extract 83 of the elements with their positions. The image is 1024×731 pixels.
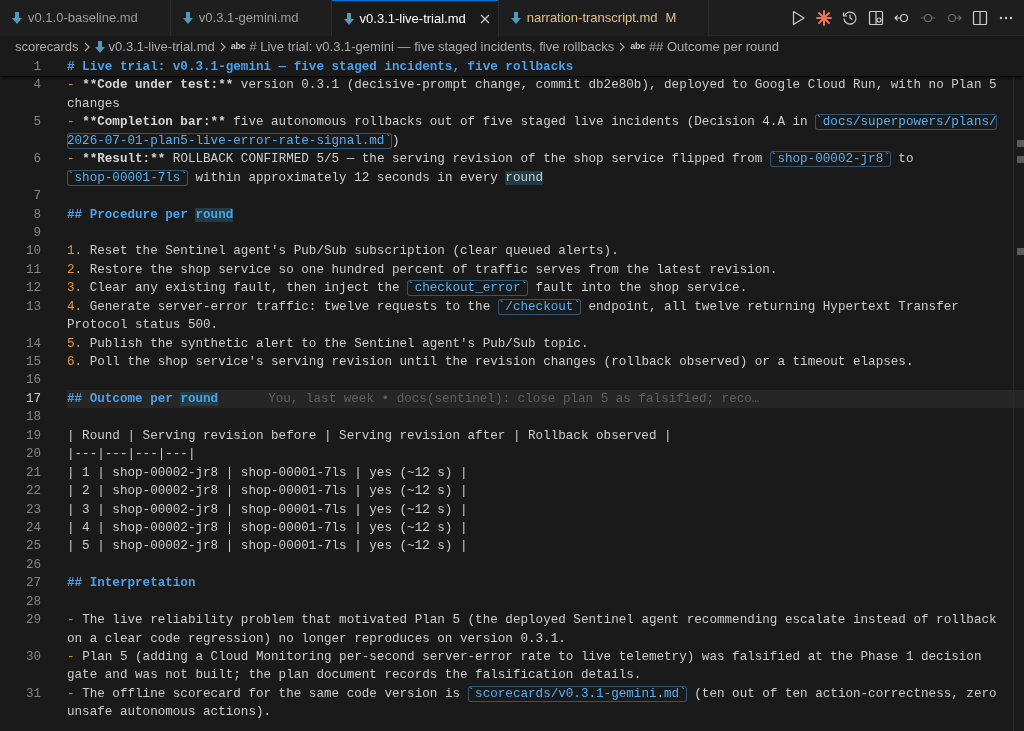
- close-icon[interactable]: [479, 13, 490, 24]
- editor-tab[interactable]: v0.3.1-live-trial.md: [331, 0, 499, 37]
- line-number: 1: [32, 59, 42, 76]
- line-number: 12: [24, 280, 42, 298]
- line-number: 28: [24, 593, 42, 611]
- code-line: 2026-07-01-plan5-live-error-rate-signal.md`): [67, 131, 400, 151]
- code-line: - **Result:** ROLLBACK CONFIRMED 5/5 — the serving revision of the shop service flipped from `shop-00002-jr8` to: [67, 150, 914, 169]
- line-number: 7: [32, 188, 42, 206]
- breadcrumb-item[interactable]: # Live trial: v0.3.1-gemini — five staged incidents, five rollbacks: [249, 37, 615, 57]
- code-line: `shop-00001-7ls` within approximately 12 seconds in every round: [67, 168, 544, 188]
- code-line: unsafe autonomous actions).: [67, 704, 272, 722]
- code-line: 5. Publish the synthetic alert to the Sentinel agent's Pub/Sub topic.: [67, 335, 589, 353]
- code-line: Protocol status 500.: [67, 317, 219, 335]
- code-line: - **Code under test:** version 0.3.1 (decisive-prompt change, commit db2e80b), deployed to Google Cloud Run, with no Plan 5: [67, 77, 997, 95]
- code-line: 6. Poll the shop service's serving revision until the revision changes (rollback observed) or a timeout elapses.: [67, 354, 914, 371]
- line-number: 8: [32, 206, 42, 224]
- line-number: 13: [24, 298, 42, 316]
- breadcrumb-item[interactable]: scorecards: [15, 37, 79, 57]
- line-number: 10: [24, 243, 42, 261]
- line-number: 27: [24, 575, 42, 593]
- breadcrumb-item[interactable]: v0.3.1-live-trial.md: [108, 37, 215, 57]
- down-arrow-icon: [510, 12, 521, 24]
- line-number: 24: [24, 519, 42, 537]
- history-icon[interactable]: [842, 9, 858, 26]
- line-number: 19: [24, 427, 42, 445]
- down-arrow-icon: [343, 12, 354, 25]
- line-number: 31: [24, 685, 42, 703]
- code-line: 1. Reset the Sentinel agent's Pub/Sub subscription (clear queued alerts).: [67, 243, 619, 261]
- line-number: 23: [24, 501, 42, 519]
- line-number: 14: [24, 335, 42, 353]
- code-line: 2. Restore the shop service so one hundred percent of traffic serves from the latest revision.: [67, 261, 778, 279]
- code-line: | 5 | shop-00002-jr8 | shop-00001-7ls | yes (~12 s) |: [67, 538, 468, 556]
- line-number: 22: [24, 483, 42, 501]
- line-number: 26: [24, 556, 42, 574]
- editor-tab[interactable]: v0.3.1-gemini.md: [170, 0, 332, 36]
- chevron-right-icon: [82, 42, 91, 52]
- code-line: # Live trial: v0.3.1-gemini — five staged incidents, five rollbacks: [67, 59, 574, 76]
- line-number: 30: [24, 649, 42, 666]
- line-number: 29: [24, 612, 42, 630]
- chevron-right-icon: [618, 42, 627, 52]
- line-number: 6: [32, 151, 42, 169]
- code-line: ## Interpretation: [67, 575, 196, 593]
- sparkle-icon[interactable]: [816, 9, 832, 26]
- code-line: - The offline scorecard for the same code version is `scorecards/v0.3.1-gemini.md` (ten out of ten action-correctness, zero: [67, 684, 997, 704]
- code-line: - The live reliability problem that motivated Plan 5 (the deployed Sentinel agent recommending escalate instead of rollback: [67, 612, 997, 630]
- code-line: gate and was not built; the plan document records the falsification details.: [67, 667, 642, 685]
- line-number: 18: [24, 409, 42, 427]
- code-line: ## Outcome per round: [67, 390, 219, 408]
- code-line: - **Completion bar:** five autonomous rollbacks out of five staged live incidents (Decision 4.A in `docs/superpowers/plans/: [67, 113, 997, 132]
- code-line: | 2 | shop-00002-jr8 | shop-00001-7ls | yes (~12 s) |: [67, 483, 468, 501]
- code-line: | 4 | shop-00002-jr8 | shop-00001-7ls | yes (~12 s) |: [67, 519, 468, 537]
- code-line: | 1 | shop-00002-jr8 | shop-00001-7ls | yes (~12 s) |: [67, 464, 468, 482]
- editor-tab[interactable]: narration-transcript.md M: [498, 0, 710, 36]
- line-number: 15: [24, 354, 42, 371]
- code-line: - Plan 5 (adding a Cloud Monitoring per-second server-error rate to live telemetry) was falsified at the Phase 1 decision: [67, 649, 982, 666]
- down-arrow-icon: [182, 12, 193, 24]
- line-number: 17: [24, 390, 42, 408]
- symbol-type-glyph: abc: [630, 40, 645, 54]
- symbol-type-glyph: abc: [230, 40, 246, 54]
- code-line: on a clear code regression) no longer reproduces on version 0.3.1.: [67, 630, 566, 648]
- code-line: changes: [67, 95, 120, 113]
- line-number: 11: [24, 261, 42, 279]
- code-line: 4. Generate server-error traffic: twelve requests to the `/checkout` endpoint, all twelve returning Hypertext Transfer: [67, 297, 959, 317]
- code-line: 3. Clear any existing fault, then inject the `checkout_error` fault into the shop service.: [67, 279, 748, 298]
- line-number: 25: [24, 538, 42, 556]
- breadcrumb-item[interactable]: ## Outcome per round: [648, 37, 779, 57]
- code-line: | Round | Serving revision before | Serving revision after | Rollback observed |: [67, 427, 672, 445]
- line-number: 5: [32, 114, 42, 132]
- line-number: 16: [24, 372, 42, 390]
- down-arrow-icon: [94, 41, 105, 53]
- code-line: | 3 | shop-00002-jr8 | shop-00001-7ls | yes (~12 s) |: [67, 501, 468, 519]
- run-icon[interactable]: [790, 9, 806, 26]
- chevron-right-icon: [218, 42, 227, 52]
- line-number: 4: [32, 77, 42, 95]
- preview-icon[interactable]: [868, 9, 884, 26]
- code-line: ## Procedure per round: [67, 206, 234, 224]
- line-number: 21: [24, 464, 42, 482]
- line-number: 20: [24, 446, 42, 464]
- code-line: |---|---|---|---|: [67, 446, 196, 464]
- editor-tab[interactable]: v0.1.0-baseline.md: [0, 0, 171, 36]
- line-number: 9: [32, 224, 42, 242]
- down-arrow-icon: [12, 12, 22, 24]
- split-editor-icon[interactable]: [972, 9, 988, 26]
